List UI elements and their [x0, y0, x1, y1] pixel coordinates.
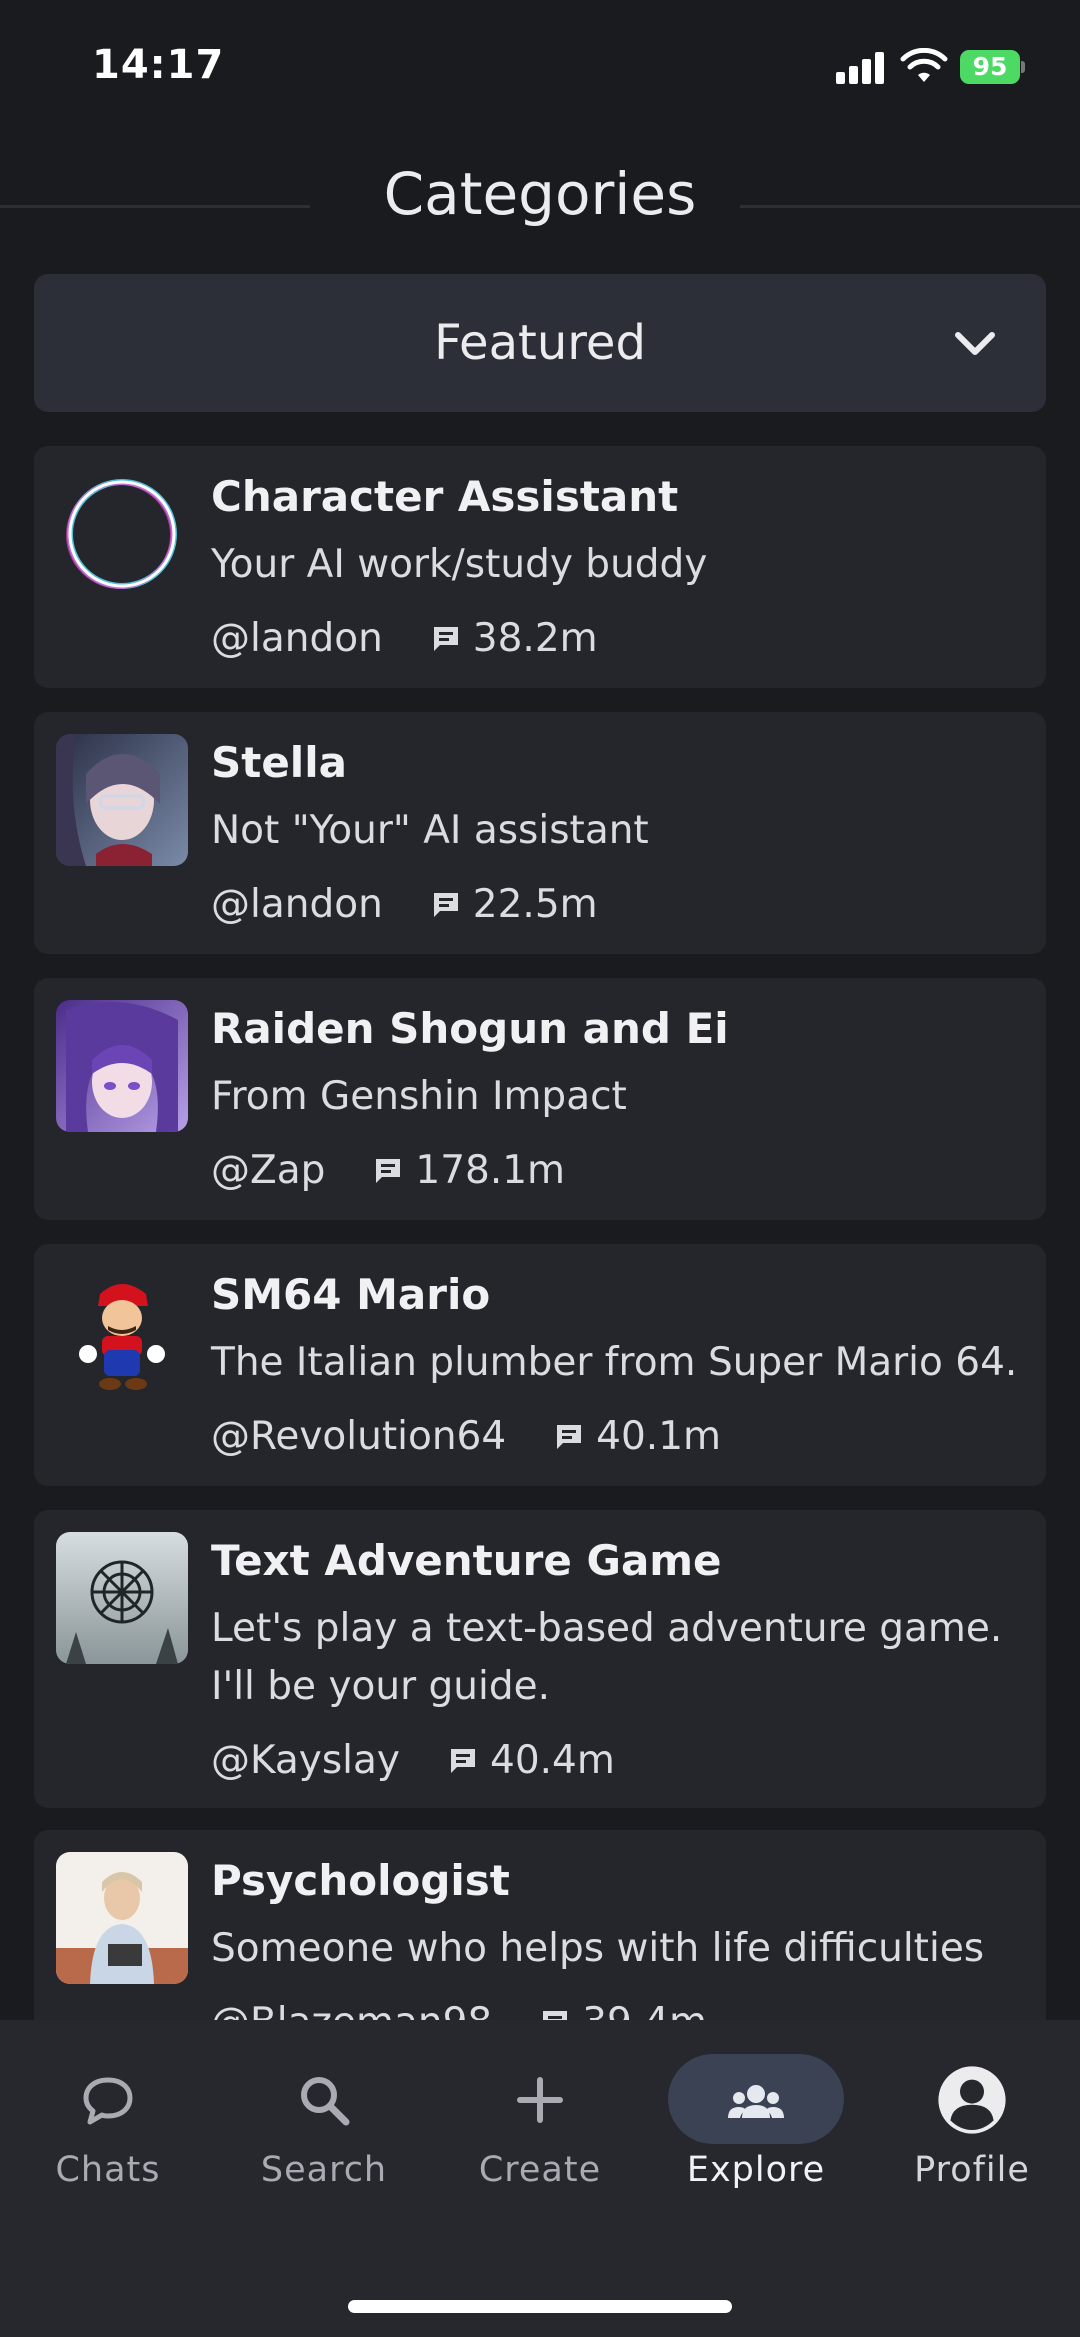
search-icon [301, 2077, 350, 2126]
psychologist-photo-icon [56, 1852, 188, 1984]
chat-bubble-icon [451, 1748, 476, 1773]
chat-bubble-icon [557, 1424, 582, 1449]
category-dropdown-value: Featured [434, 315, 646, 371]
character-author: @Kayslay [211, 1738, 401, 1783]
status-time: 14:17 [92, 42, 225, 88]
nav-search[interactable]: Search [216, 2020, 432, 2220]
character-meta: @Revolution64 40.1m [211, 1414, 721, 1459]
character-chat-count: 178.1m [415, 1148, 566, 1193]
category-dropdown[interactable]: Featured [34, 274, 1046, 412]
nav-create[interactable]: Create [432, 2020, 648, 2220]
battery-level: 95 [972, 52, 1008, 81]
nav-profile[interactable]: Profile [864, 2020, 1080, 2220]
nav-label: Create [478, 2150, 602, 2190]
header-divider-right [740, 205, 1080, 208]
chat-bubble-icon [433, 626, 458, 651]
battery-icon: 95 [960, 50, 1025, 84]
chevron-down-icon [955, 332, 995, 355]
character-card[interactable]: Stella Not "Your" AI assistant @landon 2… [34, 712, 1046, 954]
profile-icon [938, 2066, 1006, 2134]
character-description: Your AI work/study buddy [211, 542, 708, 587]
page-title: Categories [383, 160, 697, 228]
status-bar: 14:17 95 [0, 0, 1080, 130]
plus-icon [517, 2077, 563, 2123]
chat-bubble-icon [376, 1158, 401, 1183]
chat-bubble-icon [433, 892, 458, 917]
character-description: Let's play a text-based adventure game. … [211, 1606, 1003, 1709]
raiden-portrait-icon [56, 1000, 188, 1132]
character-name: SM64 Mario [211, 1270, 491, 1319]
character-meta: @landon 38.2m [211, 616, 598, 661]
character-meta: @Zap 178.1m [211, 1148, 565, 1193]
character-description: From Genshin Impact [211, 1074, 627, 1119]
nav-label: Profile [914, 2150, 1030, 2190]
spiderweb-icon [56, 1532, 188, 1664]
character-name: Text Adventure Game [211, 1536, 722, 1585]
character-avatar [56, 1000, 188, 1132]
character-author: @Revolution64 [211, 1414, 507, 1459]
character-meta: @landon 22.5m [211, 882, 598, 927]
character-meta: @Kayslay 40.4m [211, 1738, 615, 1783]
character-description: Not "Your" AI assistant [211, 808, 649, 853]
mario-figure-icon [56, 1266, 188, 1398]
nav-label: Explore [686, 2150, 826, 2190]
character-avatar [56, 734, 188, 866]
explore-screen: 14:17 95 Categories Featured Character A… [0, 0, 1080, 2337]
nav-explore[interactable]: Explore [648, 2020, 864, 2220]
bottom-nav: Chats Search Create Explore Profile [0, 2020, 1080, 2337]
character-chat-count: 38.2m [472, 616, 598, 661]
character-name: Stella [211, 738, 347, 787]
character-card[interactable]: Text Adventure Game Let's play a text-ba… [34, 1510, 1046, 1808]
character-chat-count: 40.4m [490, 1738, 615, 1783]
wifi-icon [900, 48, 948, 82]
character-author: @landon [211, 616, 383, 661]
stella-portrait-icon [56, 734, 188, 866]
nav-label: Search [260, 2150, 388, 2190]
header-divider-left [0, 205, 310, 208]
character-description: Someone who helps with life difficulties [211, 1926, 985, 1971]
character-card[interactable]: SM64 Mario The Italian plumber from Supe… [34, 1244, 1046, 1486]
cellular-signal-icon [836, 50, 888, 84]
chat-bubble-outline-icon [83, 2077, 133, 2125]
people-group-icon [728, 2085, 784, 2118]
nav-label: Chats [55, 2150, 161, 2190]
character-chat-count: 40.1m [596, 1414, 721, 1459]
character-avatar [56, 468, 188, 600]
character-avatar [56, 1266, 188, 1398]
character-author: @Zap [211, 1148, 326, 1193]
home-indicator [348, 2300, 732, 2313]
character-chat-count: 22.5m [472, 882, 598, 927]
character-name: Psychologist [211, 1856, 510, 1905]
character-description: The Italian plumber from Super Mario 64. [211, 1340, 1018, 1385]
character-card[interactable]: Character Assistant Your AI work/study b… [34, 446, 1046, 688]
character-name: Raiden Shogun and Ei [211, 1004, 729, 1053]
nav-chats[interactable]: Chats [0, 2020, 216, 2220]
character-name: Character Assistant [211, 472, 679, 521]
character-card[interactable]: Raiden Shogun and Ei From Genshin Impact… [34, 978, 1046, 1220]
ring-logo-icon [56, 468, 188, 600]
character-avatar [56, 1532, 188, 1664]
character-avatar [56, 1852, 188, 1984]
character-author: @landon [211, 882, 383, 927]
